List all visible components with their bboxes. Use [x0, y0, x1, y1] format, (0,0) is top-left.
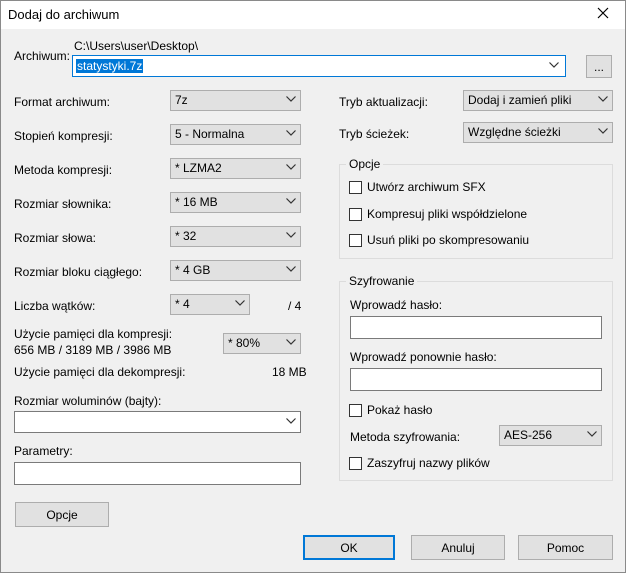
options-group-title: Opcje [346, 157, 384, 171]
show-password-checkbox[interactable]: Pokaż hasło [349, 403, 432, 417]
update-mode-select[interactable]: Dodaj i zamień pliki [463, 90, 613, 111]
options-button[interactable]: Opcje [15, 502, 109, 527]
level-label: Stopień kompresji: [14, 129, 113, 143]
chevron-down-icon [286, 232, 296, 240]
ok-button[interactable]: OK [303, 535, 395, 560]
dict-select[interactable]: * 16 MB [170, 192, 301, 213]
block-value: * 4 GB [175, 263, 211, 277]
title-bar: Dodaj do archiwum [1, 1, 625, 29]
close-button[interactable] [581, 1, 625, 29]
password-input[interactable] [350, 316, 602, 339]
checkbox-box[interactable] [349, 233, 362, 247]
volumes-combo[interactable] [14, 411, 301, 433]
chevron-down-icon [235, 300, 245, 308]
dict-label: Rozmiar słownika: [14, 197, 112, 211]
update-mode-value: Dodaj i zamień pliki [468, 93, 572, 107]
threads-max: / 4 [288, 299, 302, 313]
chevron-down-icon [598, 128, 608, 136]
path-mode-select[interactable]: Względne ścieżki [463, 122, 613, 143]
params-input[interactable] [14, 462, 301, 485]
window-title: Dodaj do archiwum [8, 7, 120, 22]
shared-label: Kompresuj pliki współdzielone [367, 207, 528, 221]
format-select[interactable]: 7z [170, 90, 301, 111]
chevron-down-icon [598, 96, 608, 104]
chevron-down-icon [587, 431, 597, 439]
checkbox-box[interactable] [349, 207, 362, 221]
threads-select[interactable]: * 4 [170, 294, 250, 315]
word-select[interactable]: * 32 [170, 226, 301, 247]
chevron-down-icon [286, 266, 296, 274]
browse-button[interactable]: ... [586, 55, 612, 78]
path-mode-value: Względne ścieżki [468, 125, 561, 139]
repeat-password-input[interactable] [350, 368, 602, 391]
chevron-down-icon[interactable] [549, 62, 559, 70]
checkbox-box[interactable] [349, 180, 362, 194]
chevron-down-icon [286, 198, 296, 206]
delete-after-label: Usuń pliki po skompresowaniu [367, 233, 530, 247]
word-label: Rozmiar słowa: [14, 231, 97, 245]
chevron-down-icon [286, 418, 296, 426]
block-label: Rozmiar bloku ciągłego: [14, 265, 143, 279]
format-label: Format archiwum: [14, 95, 111, 109]
add-to-archive-dialog: Dodaj do archiwum Archiwum: C:\Users\use… [0, 0, 626, 573]
mem-decomp-label: Użycie pamięci dla dekompresji: [14, 365, 186, 379]
checkbox-box[interactable] [349, 456, 362, 470]
threads-label: Liczba wątków: [14, 299, 96, 313]
threads-value: * 4 [175, 297, 190, 311]
chevron-down-icon [286, 164, 296, 172]
method-select[interactable]: * LZMA2 [170, 158, 301, 179]
sfx-label: Utwórz archiwum SFX [367, 180, 486, 194]
delete-after-checkbox[interactable]: Usuń pliki po skompresowaniu [349, 233, 529, 247]
checkbox-box[interactable] [349, 403, 362, 417]
chevron-down-icon [286, 130, 296, 138]
archive-name-value[interactable]: statystyki.7z [76, 59, 144, 73]
close-icon [597, 6, 609, 24]
mem-comp-detail: 656 MB / 3189 MB / 3986 MB [14, 343, 172, 357]
update-mode-label: Tryb aktualizacji: [339, 95, 428, 109]
format-value: 7z [175, 93, 188, 107]
block-select[interactable]: * 4 GB [170, 260, 301, 281]
repeat-password-label: Wprowadź ponownie hasło: [350, 350, 497, 364]
mem-decomp-value: 18 MB [272, 365, 307, 379]
encryption-method-select[interactable]: AES-256 [499, 425, 602, 446]
params-label: Parametry: [14, 444, 73, 458]
method-value: * LZMA2 [175, 161, 222, 175]
encryption-method-value: AES-256 [504, 428, 553, 442]
shared-checkbox[interactable]: Kompresuj pliki współdzielone [349, 207, 527, 221]
password-label: Wprowadź hasło: [350, 298, 443, 312]
chevron-down-icon [286, 96, 296, 104]
sfx-checkbox[interactable]: Utwórz archiwum SFX [349, 180, 486, 194]
level-value: 5 - Normalna [175, 127, 245, 141]
method-label: Metoda kompresji: [14, 163, 113, 177]
encryption-group-title: Szyfrowanie [346, 274, 418, 288]
path-mode-label: Tryb ścieżek: [339, 127, 410, 141]
archive-label: Archiwum: [14, 49, 71, 63]
word-value: * 32 [175, 229, 197, 243]
mem-comp-select[interactable]: * 80% [223, 333, 301, 354]
help-button[interactable]: Pomoc [518, 535, 613, 560]
chevron-down-icon [286, 339, 296, 347]
encrypt-names-label: Zaszyfruj nazwy plików [367, 456, 490, 470]
archive-path: C:\Users\user\Desktop\ [74, 39, 199, 53]
archive-name-combo[interactable]: statystyki.7z [72, 55, 566, 77]
mem-comp-label: Użycie pamięci dla kompresji: [14, 327, 173, 341]
volumes-label: Rozmiar woluminów (bajty): [14, 394, 162, 408]
mem-comp-value: * 80% [228, 336, 261, 350]
encrypt-names-checkbox[interactable]: Zaszyfruj nazwy plików [349, 456, 490, 470]
show-password-label: Pokaż hasło [367, 403, 433, 417]
dict-value: * 16 MB [175, 195, 218, 209]
cancel-button[interactable]: Anuluj [411, 535, 505, 560]
level-select[interactable]: 5 - Normalna [170, 124, 301, 145]
encryption-method-label: Metoda szyfrowania: [350, 430, 461, 444]
